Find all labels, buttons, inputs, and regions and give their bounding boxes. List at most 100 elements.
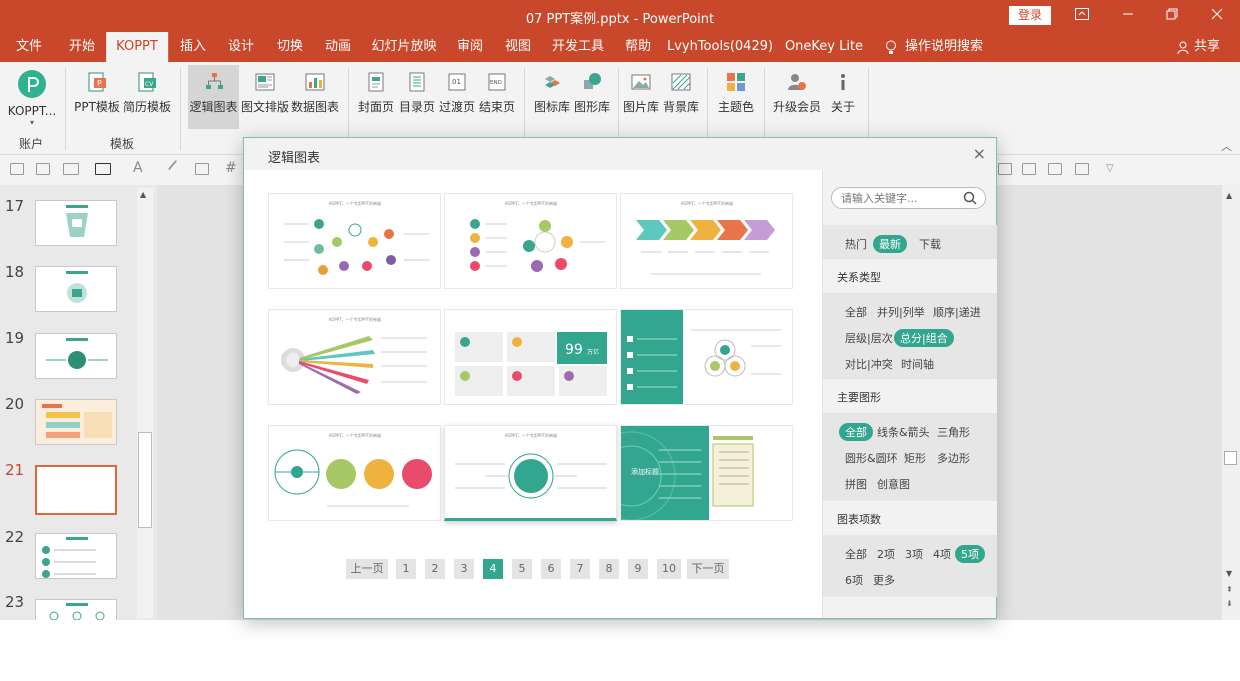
search-input[interactable] — [841, 190, 959, 206]
font-color-icon[interactable]: A — [133, 160, 143, 176]
template-card[interactable]: KOPPT，一个专用PPT的神器 — [620, 193, 793, 289]
tab-view[interactable]: 视图 — [505, 32, 531, 62]
background-library-button[interactable]: 背景库 — [661, 65, 701, 129]
template-card[interactable] — [620, 309, 793, 405]
shape-all-active[interactable]: 全部 — [839, 423, 873, 441]
shape-library-button[interactable]: 图形库 — [572, 65, 612, 129]
next-page-button[interactable]: 下一页 — [687, 559, 729, 579]
slide-thumbnail-23[interactable] — [35, 599, 117, 621]
tab-koppt[interactable]: KOPPT — [106, 32, 168, 62]
slide-panel-scrollbar[interactable]: ▲ — [137, 188, 153, 618]
shape-triangle[interactable]: 三角形 — [937, 424, 970, 440]
tab-lvyhtools[interactable]: LvyhTools(0429) — [667, 32, 773, 62]
page-button-8[interactable]: 8 — [599, 559, 619, 579]
template-card-hovered[interactable]: KOPPT，一个专用PPT的神器 — [444, 425, 617, 521]
toolbar-icon[interactable] — [1048, 163, 1062, 175]
tab-help[interactable]: 帮助 — [625, 32, 651, 62]
count-3[interactable]: 3项 — [905, 546, 923, 562]
template-card[interactable]: KOPPT，一个专用PPT的神器 — [444, 193, 617, 289]
tell-me-search[interactable]: 操作说明搜索 — [905, 32, 983, 62]
sort-hot[interactable]: 热门 — [845, 236, 867, 252]
search-icon[interactable] — [963, 191, 977, 205]
toolbar-icon[interactable] — [1022, 163, 1036, 175]
search-box[interactable] — [831, 187, 986, 209]
relation-timeline[interactable]: 时间轴 — [901, 356, 934, 372]
tab-home[interactable]: 开始 — [69, 32, 95, 62]
relation-total-part-active[interactable]: 总分|组合 — [894, 329, 954, 347]
slide-thumbnail-22[interactable] — [35, 533, 117, 579]
relation-sequence[interactable]: 顺序|递进 — [933, 304, 981, 320]
logic-chart-button[interactable]: 逻辑图表 — [188, 65, 239, 129]
prev-page-button[interactable]: 上一页 — [346, 559, 388, 579]
toolbar-icon[interactable] — [63, 163, 79, 175]
page-button-4-current[interactable]: 4 — [483, 559, 503, 579]
shape-lines-arrows[interactable]: 线条&箭头 — [877, 424, 930, 440]
relation-all[interactable]: 全部 — [845, 304, 867, 320]
hash-icon[interactable]: # — [225, 160, 237, 176]
page-button-3[interactable]: 3 — [454, 559, 474, 579]
slide-thumbnail-21[interactable] — [35, 465, 117, 515]
text-layout-button[interactable]: 图文排版 — [241, 65, 289, 129]
dialog-close-icon[interactable]: × — [973, 144, 986, 163]
minimize-icon[interactable] — [1118, 6, 1138, 26]
count-more[interactable]: 更多 — [873, 572, 895, 588]
upgrade-member-button[interactable]: 升级会员 — [770, 65, 824, 129]
end-page-button[interactable]: END 结束页 — [477, 65, 517, 129]
shape-polygon[interactable]: 多边形 — [937, 450, 970, 466]
template-card[interactable]: 99 万亿 — [444, 309, 617, 405]
tab-insert[interactable]: 插入 — [180, 32, 206, 62]
share-user-icon[interactable] — [1177, 41, 1189, 57]
koppt-account-button[interactable]: KOPPT... ▾ — [6, 65, 58, 129]
pen-icon[interactable] — [167, 159, 187, 179]
slide-thumbnail-17[interactable] — [35, 200, 117, 246]
about-button[interactable]: 关于 — [826, 65, 860, 129]
count-5-active[interactable]: 5项 — [955, 545, 985, 563]
page-button-6[interactable]: 6 — [541, 559, 561, 579]
shape-rectangle[interactable]: 矩形 — [904, 450, 926, 466]
resume-template-button[interactable]: CV 简历模板 — [122, 65, 172, 129]
tab-file[interactable]: 文件 — [16, 32, 42, 62]
shape-puzzle[interactable]: 拼图 — [845, 476, 867, 492]
slide-thumbnail-18[interactable] — [35, 266, 117, 312]
tab-design[interactable]: 设计 — [228, 32, 254, 62]
tab-review[interactable]: 审阅 — [457, 32, 483, 62]
close-icon[interactable] — [1207, 6, 1227, 26]
toolbar-icon[interactable] — [10, 163, 24, 175]
page-button-5[interactable]: 5 — [512, 559, 532, 579]
slide-thumbnail-20[interactable] — [35, 399, 117, 445]
template-card[interactable]: KOPPT，一个专用PPT的神器 — [268, 193, 441, 289]
relation-contrast[interactable]: 对比|冲突 — [845, 356, 893, 372]
share-button[interactable]: 共享 — [1194, 32, 1220, 62]
count-4[interactable]: 4项 — [933, 546, 951, 562]
restore-icon[interactable] — [1162, 6, 1182, 26]
template-card[interactable]: KOPPT，一个专用PPT的神器 — [268, 309, 441, 405]
toolbar-icon[interactable] — [36, 163, 50, 175]
tab-developer[interactable]: 开发工具 — [552, 32, 604, 62]
count-6[interactable]: 6项 — [845, 572, 863, 588]
template-card[interactable]: 添加标题 — [620, 425, 793, 521]
ppt-template-button[interactable]: P PPT模板 — [70, 65, 124, 129]
text-box-icon[interactable] — [95, 163, 111, 175]
page-button-1[interactable]: 1 — [396, 559, 416, 579]
page-button-9[interactable]: 9 — [628, 559, 648, 579]
toolbar-icon[interactable] — [195, 163, 209, 175]
relation-hierarchy[interactable]: 层级|层次 — [845, 330, 893, 346]
theme-color-button[interactable]: 主题色 — [714, 65, 758, 129]
editor-scrollbar[interactable]: ▲ ▼ ⇞ ⇟ — [1222, 185, 1240, 620]
image-library-button[interactable]: 图片库 — [621, 65, 661, 129]
relation-parallel[interactable]: 并列|列举 — [877, 304, 925, 320]
page-button-7[interactable]: 7 — [570, 559, 590, 579]
ribbon-display-icon[interactable] — [1072, 6, 1092, 26]
login-button[interactable]: 登录 — [1009, 6, 1051, 25]
icon-library-button[interactable]: 图标库 — [532, 65, 572, 129]
cover-page-button[interactable]: 封面页 — [356, 65, 396, 129]
sort-download[interactable]: 下载 — [919, 236, 941, 252]
toolbar-icon[interactable] — [1075, 163, 1089, 175]
toc-page-button[interactable]: 目录页 — [397, 65, 437, 129]
dropdown-icon[interactable]: ▽ — [1106, 163, 1114, 174]
shape-creative[interactable]: 创意图 — [877, 476, 910, 492]
page-button-2[interactable]: 2 — [425, 559, 445, 579]
tab-onekey-lite[interactable]: OneKey Lite — [785, 32, 863, 62]
tab-transitions[interactable]: 切换 — [277, 32, 303, 62]
toolbar-icon[interactable] — [998, 163, 1012, 175]
